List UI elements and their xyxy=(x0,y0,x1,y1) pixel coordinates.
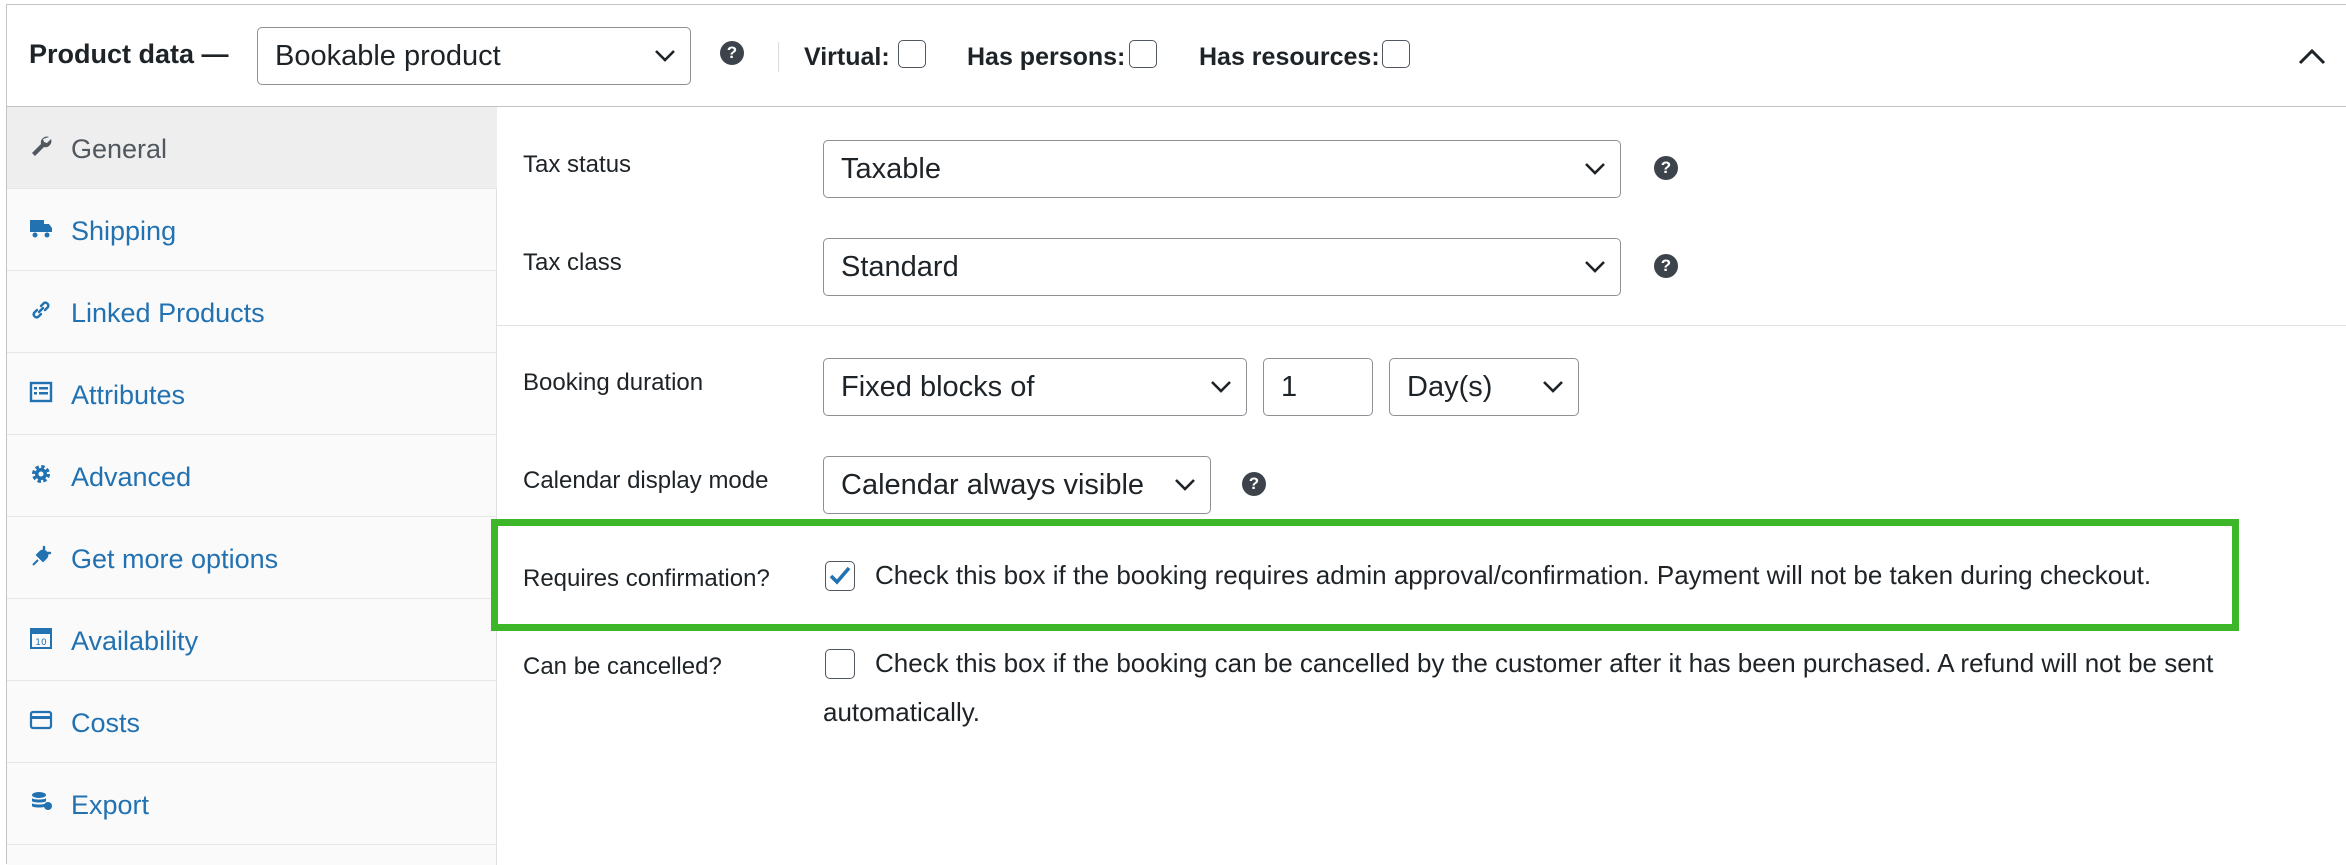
calendar-display-value: Calendar always visible xyxy=(841,468,1145,501)
tax-status-help-icon[interactable]: ? xyxy=(1654,156,1678,180)
tax-class-label: Tax class xyxy=(523,249,622,276)
wrench-icon xyxy=(32,136,52,156)
tab-label: Linked Products xyxy=(71,298,265,328)
booking-duration-value: 1 xyxy=(1281,370,1298,403)
plug-icon xyxy=(32,545,52,566)
virtual-checkbox[interactable] xyxy=(898,40,926,68)
tab-advanced[interactable]: Advanced xyxy=(7,435,497,517)
has-resources-checkbox[interactable] xyxy=(1382,40,1410,68)
has-resources-label: Has resources: xyxy=(1199,43,1380,71)
booking-duration-unit-select[interactable]: Day(s) xyxy=(1389,358,1579,416)
product-type-help-icon[interactable]: ? xyxy=(720,41,744,65)
tab-label: Advanced xyxy=(71,462,192,492)
chevron-down-icon xyxy=(1543,381,1563,393)
svg-text:10: 10 xyxy=(35,638,47,648)
tab-get-more-options[interactable]: Get more options xyxy=(7,517,497,599)
section-divider xyxy=(497,325,2346,326)
booking-duration-type-value: Fixed blocks of xyxy=(841,370,1035,403)
tax-class-help-icon[interactable]: ? xyxy=(1654,254,1678,278)
can-be-cancelled-description-line2: automatically. xyxy=(823,697,981,727)
chevron-down-icon xyxy=(1585,261,1605,273)
tab-export[interactable]: Export xyxy=(7,763,497,845)
chevron-down-icon xyxy=(1211,381,1231,393)
header-separator xyxy=(778,42,779,72)
chevron-down-icon xyxy=(1585,163,1605,175)
tab-shipping[interactable]: Shipping xyxy=(7,189,497,271)
booking-duration-unit-value: Day(s) xyxy=(1407,370,1493,403)
tax-class-value: Standard xyxy=(841,250,959,283)
card-icon xyxy=(29,710,53,730)
has-persons-checkbox[interactable] xyxy=(1129,40,1157,68)
tab-label: Costs xyxy=(71,708,141,738)
product-data-panel: Product data — Bookable product ? Virtua… xyxy=(6,4,2346,865)
product-type-select[interactable]: Bookable product xyxy=(257,27,691,85)
chevron-down-icon xyxy=(1175,479,1195,491)
tax-status-label: Tax status xyxy=(523,151,632,178)
tab-label: Shipping xyxy=(71,216,177,246)
tab-availability[interactable]: 10 Availability xyxy=(7,599,497,681)
general-options-panel: Tax status Taxable ? Tax class Standard … xyxy=(497,107,2346,865)
virtual-label: Virtual: xyxy=(804,43,890,71)
calendar-display-help-icon[interactable]: ? xyxy=(1242,472,1266,496)
calendar-display-label: Calendar display mode xyxy=(523,467,769,494)
calendar-icon: 10 xyxy=(30,628,52,649)
tab-label: Export xyxy=(71,790,150,820)
chevron-down-icon xyxy=(655,50,675,62)
database-icon xyxy=(32,792,52,810)
can-be-cancelled-description-line1: Check this box if the booking can be can… xyxy=(875,648,2214,678)
tax-status-select[interactable]: Taxable xyxy=(823,140,1621,198)
list-icon xyxy=(29,381,53,403)
tab-label: Availability xyxy=(71,626,199,656)
product-data-header: Product data — Bookable product ? Virtua… xyxy=(7,5,2346,107)
product-type-value: Bookable product xyxy=(275,39,501,72)
product-data-title: Product data — xyxy=(29,39,229,69)
tab-linked-products[interactable]: Linked Products xyxy=(7,271,497,353)
tax-class-select[interactable]: Standard xyxy=(823,238,1621,296)
truck-icon xyxy=(30,220,52,238)
tab-label: Attributes xyxy=(71,380,186,410)
has-persons-label: Has persons: xyxy=(967,43,1126,71)
tab-costs[interactable]: Costs xyxy=(7,681,497,763)
booking-duration-type-select[interactable]: Fixed blocks of xyxy=(823,358,1247,416)
booking-duration-label: Booking duration xyxy=(523,369,704,396)
gear-icon xyxy=(32,465,50,483)
booking-duration-input[interactable]: 1 xyxy=(1263,358,1373,416)
tab-general[interactable]: General xyxy=(7,107,497,189)
tab-attributes[interactable]: Attributes xyxy=(7,353,497,435)
can-be-cancelled-checkbox[interactable] xyxy=(825,649,855,679)
product-data-tabs: General Shipping Linked Products Attribu… xyxy=(7,107,497,865)
tax-status-value: Taxable xyxy=(841,152,941,185)
tab-label: Get more options xyxy=(71,544,279,574)
calendar-display-select[interactable]: Calendar always visible xyxy=(823,456,1211,514)
link-icon xyxy=(32,301,50,319)
collapse-panel-icon[interactable] xyxy=(2297,47,2327,67)
can-be-cancelled-label: Can be cancelled? xyxy=(523,653,722,680)
requires-confirmation-highlight xyxy=(491,519,2239,631)
tab-label: General xyxy=(71,134,168,164)
